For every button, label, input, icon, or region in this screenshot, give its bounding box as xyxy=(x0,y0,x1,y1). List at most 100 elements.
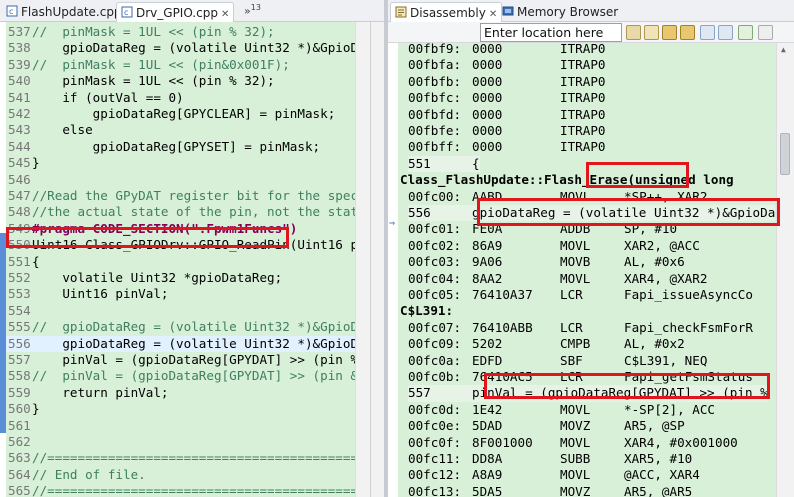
asm-address: 00fc05: xyxy=(408,287,462,302)
source-link-icon[interactable] xyxy=(662,25,677,40)
location-input[interactable] xyxy=(480,23,622,42)
asm-opcode: 0000 xyxy=(472,106,503,122)
asm-mnemonic: MOVL xyxy=(560,237,591,253)
change-ruler-marker xyxy=(0,233,6,433)
source-text: gpioDataReg = (volatile Uint32 *)&GpioDa xyxy=(472,205,776,220)
step-into-icon[interactable] xyxy=(718,25,733,40)
asm-line: 00fbf9: 0000 ITRAP0 xyxy=(408,43,624,57)
asm-operands: XAR2, @ACC xyxy=(624,237,700,253)
code-editor[interactable]: 537// pinMask = 1UL << (pin % 32); 538 gp… xyxy=(0,22,355,497)
line-number: 538 xyxy=(8,40,31,56)
asm-line: 00fc0f: 8F001000 MOVL XAR4, #0x001000 xyxy=(408,435,738,451)
code-text: else xyxy=(32,122,93,138)
line-number: 541 xyxy=(8,89,31,105)
line-number: 548 xyxy=(8,204,31,220)
asm-address: 00fc13: xyxy=(408,483,462,497)
line-number: 553 xyxy=(8,286,31,302)
asm-opcode: 9A06 xyxy=(472,254,503,270)
asm-mnemonic: ITRAP0 xyxy=(560,73,606,89)
asm-mnemonic: MOVB xyxy=(560,254,591,270)
scrollbar-thumb[interactable] xyxy=(780,133,790,175)
asm-operands: SP, #10 xyxy=(624,221,678,237)
code-line: 541 if (outVal == 0) xyxy=(8,90,184,106)
asm-mnemonic: MOVL xyxy=(560,434,591,450)
code-line: 557 pinVal = (gpioDataReg[GPYDAT] >> (pi… xyxy=(8,352,355,368)
asm-mnemonic: SUBB xyxy=(560,451,591,466)
line-number: 545 xyxy=(8,155,31,171)
step-over-icon[interactable] xyxy=(700,25,715,40)
asm-operands: @ACC, XAR4 xyxy=(624,467,700,483)
asm-line: 00fc07: 76410ABB LCR Fapi_checkFsmForR xyxy=(408,320,753,336)
disassembly-listing[interactable]: 00fbf9: 0000 ITRAP0 00fbfa: 0000 ITRAP0 00fbfb… xyxy=(398,43,776,497)
asm-line: 00fc00: AABD MOVL *SP++, XAR2 xyxy=(408,189,707,205)
tab-memory-browser[interactable]: Memory Browser xyxy=(502,2,618,22)
svg-text:c: c xyxy=(124,8,128,17)
asm-opcode: AABD xyxy=(472,188,503,204)
tab-flashupdate-cpp[interactable]: c FlashUpdate.cpp xyxy=(6,2,122,22)
code-line: 552 volatile Uint32 *gpioDataReg; xyxy=(8,270,282,286)
asm-address: 00fbff: xyxy=(408,139,462,155)
asm-line: 00fc11: DD8A SUBB XAR5, #10 xyxy=(408,451,692,467)
code-line: 542 gpioDataReg[GPYCLEAR] = pinMask; xyxy=(8,106,335,122)
view-menu-icon[interactable] xyxy=(758,25,773,40)
close-icon[interactable]: ✕ xyxy=(489,9,497,20)
code-text: pinVal = (gpioDataReg[GPYDAT] >> (pin % … xyxy=(32,352,355,367)
asm-opcode: 0000 xyxy=(472,123,503,138)
asm-opcode: EDFD xyxy=(472,352,503,368)
asm-operands: *SP++, XAR2 xyxy=(624,188,708,204)
asm-mnemonic: ITRAP0 xyxy=(560,106,606,122)
code-line: 560} xyxy=(8,401,40,417)
line-number: 537 xyxy=(8,24,31,39)
asm-mnemonic: MOVZ xyxy=(560,483,591,497)
source-line-number: 551 xyxy=(408,155,431,171)
asm-opcode: FE0A xyxy=(472,221,503,237)
asm-opcode: 76410A37 xyxy=(472,287,533,302)
asm-line: 00fc0a: EDFD SBF C$L391, NEQ xyxy=(408,353,707,369)
show-source-icon[interactable] xyxy=(680,25,695,40)
asm-opcode: 5DA5 xyxy=(472,483,503,497)
asm-opcode: A8A9 xyxy=(472,467,503,483)
disassembly-scrollbar[interactable]: ▲ xyxy=(776,43,794,497)
line-number: 565 xyxy=(8,483,31,497)
tab-drv-gpio-cpp[interactable]: c Drv_GPIO.cpp ✕ xyxy=(116,2,235,22)
code-text: gpioDataReg[GPYSET] = pinMask; xyxy=(32,138,321,154)
code-line: 548//the actual state of the pin, not th… xyxy=(8,204,355,220)
code-line: 554 xyxy=(8,303,32,319)
code-text: //======================================… xyxy=(32,450,355,466)
asm-line: 00fbfc: 0000 ITRAP0 xyxy=(408,90,624,106)
asm-line: 00fc03: 9A06 MOVB AL, #0x6 xyxy=(408,254,685,270)
code-line: 538 gpioDataReg = (volatile Uint32 *)&Gp… xyxy=(8,40,355,56)
asm-line: 00fbfe: 0000 ITRAP0 xyxy=(408,123,624,139)
asm-label: Class_FlashUpdate::Flash_Erase(unsigned … xyxy=(400,172,734,188)
asm-line: 00fbff: 0000 ITRAP0 xyxy=(408,139,624,155)
disassembly-toolbar xyxy=(388,22,794,43)
refresh-icon[interactable] xyxy=(644,25,659,40)
tab-label: Disassembly xyxy=(410,6,486,20)
asm-address: 00fc11: xyxy=(408,451,462,466)
asm-address: 00fbfd: xyxy=(408,106,462,122)
asm-mnemonic: ITRAP0 xyxy=(560,57,606,73)
code-line: 558// pinVal = (gpioDataReg[GPYDAT] >> (… xyxy=(8,368,355,384)
scroll-up-icon[interactable]: ▲ xyxy=(781,45,786,54)
asm-line: 00fbfa: 0000 ITRAP0 xyxy=(408,57,624,73)
memory-browser-icon xyxy=(502,6,514,16)
code-text: } xyxy=(32,155,40,171)
code-text: { xyxy=(32,253,40,269)
asm-address: 00fc03: xyxy=(408,254,462,270)
asm-opcode: 0000 xyxy=(472,139,503,155)
code-text: //Read the GPyDAT register bit for the s… xyxy=(32,188,355,203)
asm-line: 00fc0b: 76410AC5 LCR Fapi_getFsmStatus xyxy=(408,369,753,385)
code-line: 551{ xyxy=(8,254,40,270)
code-line: 546 xyxy=(8,172,32,188)
editor-overview-ruler[interactable] xyxy=(355,22,384,497)
close-icon[interactable]: ✕ xyxy=(221,9,229,20)
run-to-line-icon[interactable] xyxy=(738,25,753,40)
asm-opcode: 5202 xyxy=(472,336,503,352)
go-to-location-icon[interactable] xyxy=(626,25,641,40)
tab-overflow-button[interactable]: »13 xyxy=(244,3,261,18)
asm-address: 00fc09: xyxy=(408,336,462,352)
code-text: gpioDataReg = (volatile Uint32 *)&GpioDa… xyxy=(32,40,355,56)
tab-disassembly[interactable]: Disassembly ✕ xyxy=(390,2,503,22)
asm-mnemonic: ITRAP0 xyxy=(560,139,606,155)
code-line: 553 Uint16 pinVal; xyxy=(8,286,168,302)
